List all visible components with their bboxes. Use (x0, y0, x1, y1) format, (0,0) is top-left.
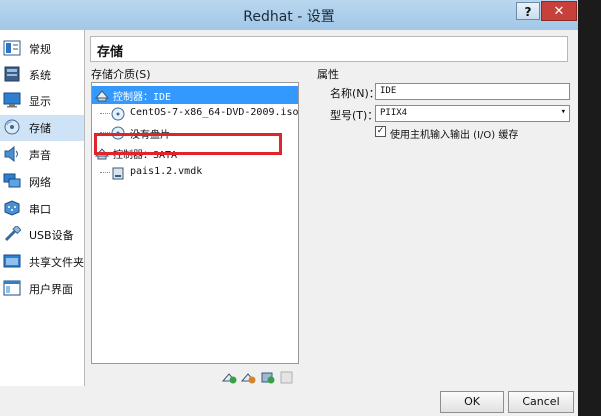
page-title-box: 存储 (90, 36, 568, 62)
sidebar-item-label: 共享文件夹 (29, 256, 84, 269)
page-title: 存储 (97, 45, 124, 60)
storage-icon (4, 119, 20, 135)
network-icon (3, 173, 21, 188)
sidebar-item-label: 显示 (29, 95, 51, 108)
remove-attachment-icon[interactable] (260, 370, 276, 384)
sidebar-item-label: 串口 (29, 203, 51, 216)
audio-icon (4, 146, 18, 162)
title-bar[interactable]: Redhat - 设置 ? ✕ (0, 0, 578, 30)
controller-type-select[interactable]: PIIX4 ▾ (375, 105, 570, 122)
controller-type-value: PIIX4 (380, 108, 408, 118)
shared-folder-icon (3, 254, 21, 268)
sidebar-item-usb[interactable]: USB设备 (0, 222, 84, 248)
sidebar-item-audio[interactable]: 声音 (0, 142, 84, 168)
settings-window: Redhat - 设置 ? ✕ 常规 系统 显示 存储 声音 网络 串口 USB… (0, 0, 578, 416)
window-title: Redhat - 设置 (243, 9, 335, 25)
usb-icon (4, 226, 21, 242)
sidebar-item-label: 声音 (29, 149, 51, 162)
general-icon (3, 40, 21, 56)
sidebar-item-storage[interactable]: 存储 (0, 115, 84, 141)
tree-item-vmdk[interactable]: pais1.2.vmdk (92, 164, 298, 182)
optical-disc-icon (111, 107, 125, 121)
settings-sidebar: 常规 系统 显示 存储 声音 网络 串口 USB设备 共享文件夹 用户界面 (0, 30, 85, 386)
name-label: 名称(N)： (330, 87, 380, 100)
sidebar-item-shared-folders[interactable]: 共享文件夹 (0, 249, 84, 275)
sidebar-item-serial-port[interactable]: 串口 (0, 196, 84, 222)
sidebar-item-system[interactable]: 系统 (0, 62, 84, 88)
ok-button[interactable]: OK (440, 391, 504, 413)
user-interface-icon (3, 280, 21, 296)
display-icon (3, 92, 21, 108)
sidebar-item-display[interactable]: 显示 (0, 88, 84, 114)
cancel-button[interactable]: Cancel (508, 391, 574, 413)
highlight-annotation (94, 133, 282, 155)
type-label: 型号(T)： (330, 109, 379, 122)
sidebar-item-general[interactable]: 常规 (0, 36, 84, 62)
tree-item-centos-iso[interactable]: CentOS-7-x86_64-DVD-2009.iso (92, 105, 299, 123)
sidebar-item-label: 网络 (29, 176, 51, 189)
properties-label: 属性 (317, 68, 339, 81)
sidebar-item-label: 用户界面 (29, 283, 73, 296)
sidebar-item-label: USB设备 (29, 229, 74, 242)
host-io-cache-checkbox[interactable]: ✓ (375, 126, 386, 137)
sidebar-item-user-interface[interactable]: 用户界面 (0, 276, 84, 302)
tree-item-controller-ide[interactable]: 控制器：IDE (92, 86, 298, 104)
storage-devices-label: 存储介质(S) (91, 68, 151, 81)
remove-controller-icon[interactable] (279, 370, 295, 384)
host-io-cache-label: 使用主机输入输出 (I/O) 缓存 (390, 130, 519, 141)
tree-item-label: pais1.2.vmdk (130, 166, 203, 177)
sidebar-item-label: 存储 (29, 122, 51, 135)
controller-icon (95, 90, 109, 102)
background-window-edge (578, 0, 601, 416)
sidebar-item-label: 系统 (29, 69, 51, 82)
hard-disk-icon (112, 167, 124, 180)
storage-tree[interactable]: 控制器：IDE CentOS-7-x86_64-DVD-2009.iso 没有盘… (91, 82, 299, 364)
chevron-down-icon: ▾ (560, 107, 566, 117)
add-attachment-icon[interactable] (222, 370, 238, 384)
close-button[interactable]: ✕ (541, 1, 577, 21)
serial-port-icon (4, 200, 20, 216)
dialog-body: 常规 系统 显示 存储 声音 网络 串口 USB设备 共享文件夹 用户界面 存储… (0, 30, 578, 416)
help-button[interactable]: ? (516, 2, 540, 20)
tree-item-label: 控制器：IDE (113, 92, 172, 103)
system-icon (4, 66, 20, 82)
add-controller-icon[interactable] (241, 370, 257, 384)
tree-item-label: CentOS-7-x86_64-DVD-2009.iso (130, 107, 299, 118)
sidebar-item-label: 常规 (29, 43, 51, 56)
controller-name-input[interactable]: IDE (375, 83, 570, 100)
sidebar-item-network[interactable]: 网络 (0, 169, 84, 195)
